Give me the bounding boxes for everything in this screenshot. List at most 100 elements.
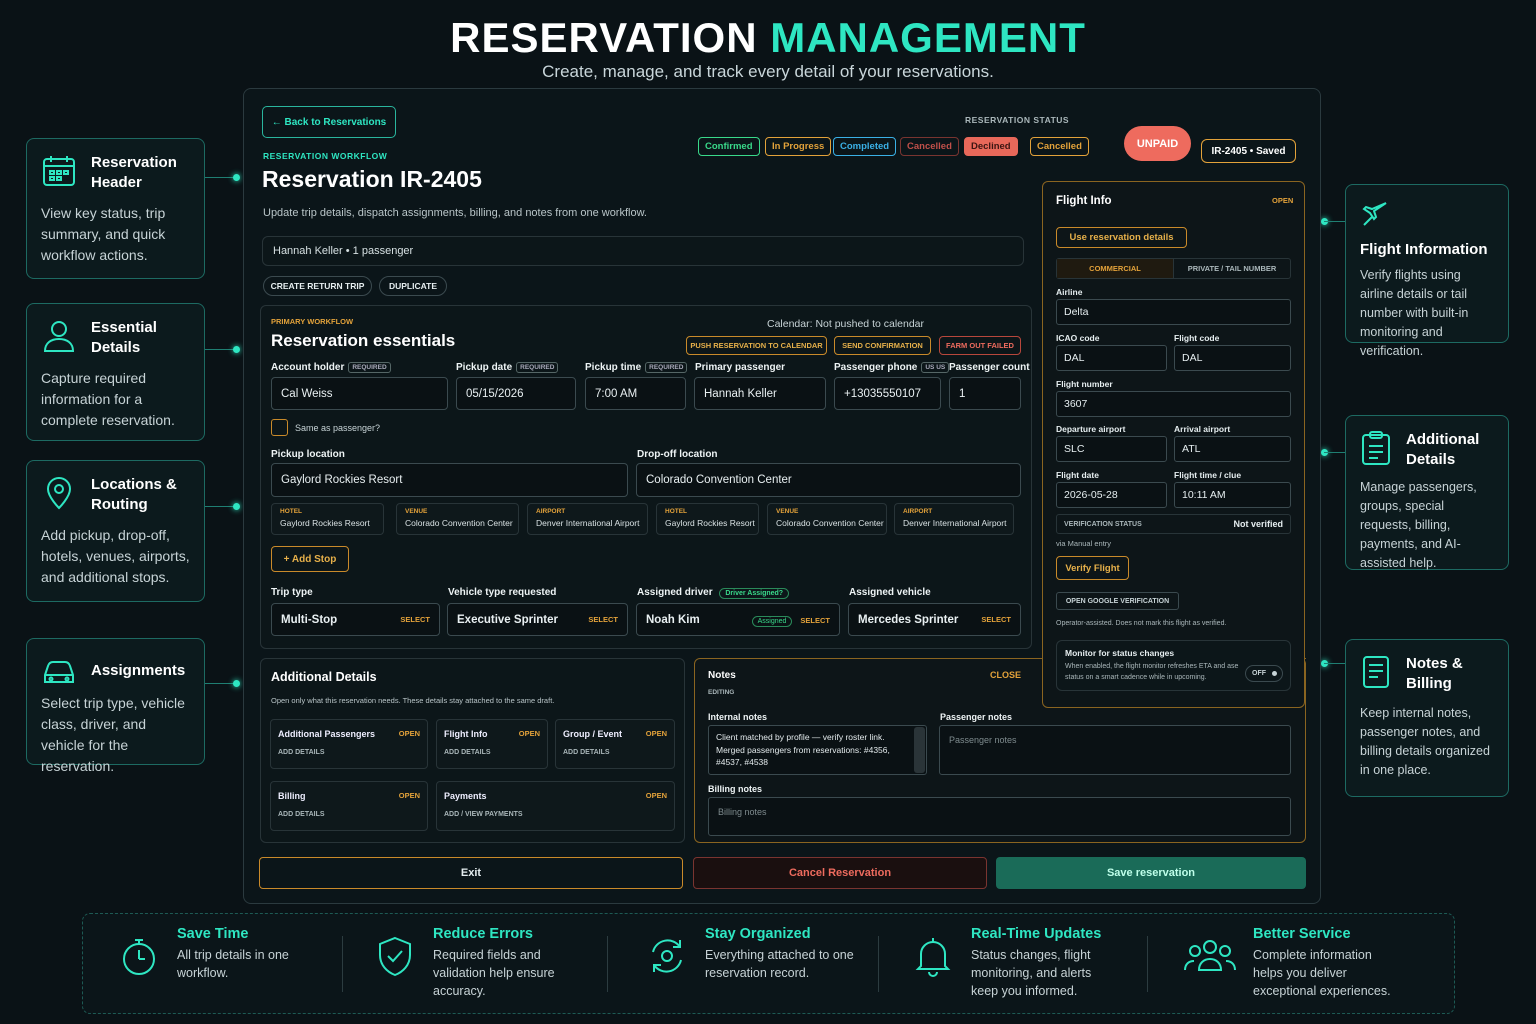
status-completed[interactable]: Completed (833, 137, 897, 156)
flight-date-field[interactable]: 2026-05-28 (1056, 482, 1167, 508)
internal-notes-field[interactable]: Client matched by profile — verify roste… (708, 725, 927, 775)
pickup-location-field[interactable]: Gaylord Rockies Resort (271, 463, 628, 497)
flight-tabs: COMMERCIAL PRIVATE / TAIL NUMBER (1056, 258, 1291, 279)
user-icon (43, 321, 75, 352)
location-chip[interactable]: AIRPORT Denver International Airport (894, 503, 1014, 535)
connector-dot (233, 680, 240, 687)
assigned-vehicle-select[interactable]: Mercedes Sprinter SELECT (848, 603, 1021, 636)
benefit-body: Complete information helps you deliver e… (1253, 948, 1391, 998)
benefit-save-time: Save Time All trip details in one workflo… (117, 926, 347, 982)
farm-out-failed-button[interactable]: FARM OUT FAILED (939, 336, 1021, 355)
location-chip[interactable]: HOTEL Gaylord Rockies Resort (271, 503, 384, 535)
location-chip[interactable]: VENUE Colorado Convention Center (767, 503, 887, 535)
tab-commercial[interactable]: COMMERCIAL (1057, 259, 1174, 278)
exit-button[interactable]: Exit (259, 857, 683, 889)
account-holder-field[interactable]: Cal Weiss (271, 377, 448, 410)
status-declined[interactable]: Declined (964, 137, 1018, 156)
assigned-driver-label: Assigned driver Driver Assigned? (637, 587, 790, 599)
card-title: Essential Details (91, 319, 157, 356)
group-event-card[interactable]: OPEN Group / Event ADD DETAILS (555, 719, 675, 769)
verify-flight-button[interactable]: Verify Flight (1056, 556, 1129, 580)
status-confirmed[interactable]: Confirmed (698, 137, 760, 156)
feature-card-essential-details: Essential Details Capture required infor… (26, 303, 205, 441)
trip-type-label: Trip type (271, 587, 313, 598)
benefit-title: Save Time (177, 926, 249, 942)
card-title: Assignments (91, 662, 186, 679)
connector-line (1324, 452, 1345, 453)
use-reservation-details-button[interactable]: Use reservation details (1056, 227, 1187, 248)
primary-passenger-field[interactable]: Hannah Keller (694, 377, 826, 410)
tab-private[interactable]: PRIVATE / TAIL NUMBER (1174, 259, 1290, 278)
notes-close-button[interactable]: CLOSE (990, 670, 1021, 680)
passenger-count-field[interactable]: 1 (949, 377, 1021, 410)
vehicle-type-select[interactable]: Executive Sprinter SELECT (447, 603, 628, 636)
location-chip[interactable]: HOTEL Gaylord Rockies Resort (656, 503, 759, 535)
status-in-progress[interactable]: In Progress (765, 137, 832, 156)
essentials-kicker: PRIMARY WORKFLOW (271, 317, 354, 326)
pickup-time-field[interactable]: 7:00 AM (585, 377, 686, 410)
additional-passengers-card[interactable]: OPEN Additional Passengers ADD DETAILS (270, 719, 428, 769)
back-to-reservations-button[interactable]: ← Back to Reservations (262, 106, 396, 138)
pickup-date-field[interactable]: 05/15/2026 (456, 377, 576, 410)
save-reservation-button[interactable]: Save reservation (996, 857, 1306, 889)
connector-line (1324, 221, 1345, 222)
card-body: Verify flights using airline details or … (1360, 268, 1469, 358)
location-chip[interactable]: AIRPORT Denver International Airport (527, 503, 648, 535)
status-label: RESERVATION STATUS (965, 115, 1070, 125)
duplicate-button[interactable]: DUPLICATE (379, 276, 447, 296)
notes-editing: EDITING (708, 689, 735, 696)
monitor-toggle[interactable]: OFF (1245, 665, 1283, 682)
billing-notes-label: Billing notes (708, 784, 762, 794)
icao-field[interactable]: DAL (1056, 345, 1167, 371)
saved-badge: IR-2405 • Saved (1201, 139, 1296, 163)
flight-panel-open[interactable]: OPEN (1272, 196, 1293, 205)
status-cancelled-alt[interactable]: Cancelled (1030, 137, 1089, 156)
dropoff-location-field[interactable]: Colorado Convention Center (636, 463, 1021, 497)
workflow-label: RESERVATION WORKFLOW (263, 151, 388, 161)
status-cancelled[interactable]: Cancelled (900, 137, 959, 156)
flight-code-field[interactable]: DAL (1174, 345, 1291, 371)
calendar-status: Calendar: Not pushed to calendar (767, 318, 925, 330)
passenger-phone-field[interactable]: +13035550107 (834, 377, 941, 410)
benefits-bar: Save Time All trip details in one workflo… (82, 913, 1455, 1014)
same-as-passenger-checkbox[interactable] (271, 419, 288, 436)
cancel-reservation-button[interactable]: Cancel Reservation (693, 857, 987, 889)
create-return-trip-button[interactable]: CREATE RETURN TRIP (263, 276, 372, 296)
card-body: Capture required information for a compl… (41, 370, 175, 428)
connector-line (1324, 663, 1345, 664)
open-google-verification-button[interactable]: OPEN GOOGLE VERIFICATION (1056, 592, 1179, 610)
benefit-title: Real-Time Updates (971, 926, 1102, 942)
flight-number-field[interactable]: 3607 (1056, 391, 1291, 417)
same-as-passenger-label: Same as passenger? (295, 423, 381, 433)
assigned-driver-select[interactable]: Noah Kim Assigned SELECT (636, 603, 840, 636)
airline-field[interactable]: Delta (1056, 299, 1291, 325)
benefit-real-time: Real-Time Updates Status changes, flight … (911, 926, 1141, 1000)
payments-card[interactable]: OPEN Payments ADD / VIEW PAYMENTS (436, 781, 675, 831)
flight-date-label: Flight date (1056, 470, 1099, 480)
divider (342, 936, 343, 992)
flight-time-label: Flight time / clue (1174, 470, 1242, 480)
flight-info-card[interactable]: OPEN Flight Info ADD DETAILS (436, 719, 548, 769)
send-confirmation-button[interactable]: SEND CONFIRMATION (834, 336, 931, 355)
arrival-field[interactable]: ATL (1174, 436, 1291, 462)
benefit-better-service: Better Service Complete information helps… (1183, 926, 1423, 1000)
billing-notes-field[interactable]: Billing notes (708, 797, 1291, 836)
passenger-notes-field[interactable]: Passenger notes (939, 725, 1291, 775)
benefit-reduce-errors: Reduce Errors Required fields and validat… (373, 926, 603, 1000)
departure-field[interactable]: SLC (1056, 436, 1167, 462)
card-title: Reservation Header (91, 154, 177, 191)
payment-status-badge[interactable]: UNPAID (1124, 126, 1191, 161)
divider (1147, 936, 1148, 992)
location-chip[interactable]: VENUE Colorado Convention Center (396, 503, 519, 535)
car-icon (44, 661, 74, 683)
billing-card[interactable]: OPEN Billing ADD DETAILS (270, 781, 428, 831)
pickup-location-label: Pickup location (271, 449, 345, 460)
feature-card-notes: Notes & Billing Keep internal notes, pas… (1345, 639, 1509, 797)
flight-time-field[interactable]: 10:11 AM (1174, 482, 1291, 508)
push-calendar-button[interactable]: PUSH RESERVATION TO CALENDAR (686, 336, 827, 355)
connector-dot (233, 174, 240, 181)
add-stop-button[interactable]: + Add Stop (271, 546, 349, 572)
trip-type-select[interactable]: Multi-Stop SELECT (271, 603, 440, 636)
card-body: Select trip type, vehicle class, driver,… (41, 695, 185, 774)
internal-notes-scrollbar[interactable] (914, 727, 925, 773)
